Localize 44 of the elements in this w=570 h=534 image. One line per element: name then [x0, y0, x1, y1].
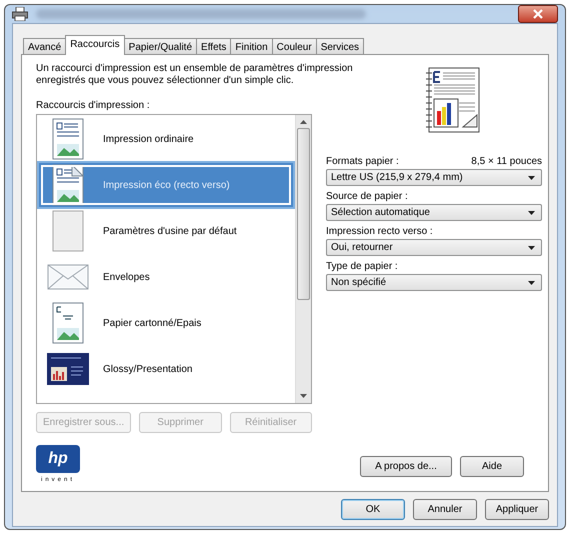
close-icon	[532, 9, 544, 19]
document-icon	[52, 118, 84, 160]
tab[interactable]: Papier/Qualité	[124, 38, 198, 54]
tab[interactable]: Avancé	[23, 38, 66, 54]
dialog-button[interactable]: OK	[341, 499, 405, 520]
scroll-up-icon[interactable]	[300, 120, 307, 124]
envelope-icon	[47, 264, 89, 290]
panel-button[interactable]: A propos de...	[360, 456, 452, 477]
close-button[interactable]	[518, 5, 558, 23]
tab[interactable]: Raccourcis	[65, 35, 125, 55]
panel-button[interactable]: Aide	[460, 456, 524, 477]
caret-icon	[528, 210, 535, 214]
shortcut-item[interactable]: Paramètres d'usine par défaut	[39, 209, 293, 253]
presentation-slide-icon	[47, 353, 89, 385]
description-text: Un raccourci d'impression est un ensemble de paramètres d'impression enregistrés que vous pouvez sélectionner d'un simple clic.	[36, 63, 354, 87]
shortcut-item[interactable]: Envelopes	[39, 255, 293, 299]
caret-icon	[528, 176, 535, 180]
caret-icon	[528, 280, 535, 284]
scroll-down-icon[interactable]	[300, 394, 307, 398]
dropdown[interactable]: Sélection automatique	[326, 204, 542, 221]
blank-page-icon	[52, 210, 84, 252]
dropdown[interactable]: Oui, retourner	[326, 239, 542, 256]
tab[interactable]: Effets	[196, 38, 232, 54]
dialog-button[interactable]: Appliquer	[485, 499, 549, 520]
setting-note: 8,5 × 11 pouces	[471, 156, 542, 167]
setting-label: Impression recto verso :	[326, 226, 433, 237]
dialog-button[interactable]: Annuler	[413, 499, 477, 520]
dropdown[interactable]: Non spécifié	[326, 274, 542, 291]
printer-icon	[12, 7, 28, 21]
duplex-document-icon	[52, 164, 84, 206]
cardstock-icon	[52, 302, 84, 344]
setting-label: Type de papier :	[326, 261, 398, 272]
caret-icon	[528, 246, 535, 250]
tab[interactable]: Services	[316, 38, 364, 54]
setting-label: Source de papier :	[326, 191, 408, 202]
shortcut-item[interactable]: Glossy/Presentation	[39, 347, 293, 391]
scrollbar[interactable]	[295, 115, 311, 403]
shortcut-item[interactable]: Impression ordinaire	[39, 117, 293, 161]
setting-label: Formats papier :	[326, 156, 399, 167]
dropdown[interactable]: Lettre US (215,9 x 279,4 mm)	[326, 169, 542, 186]
shortcut-item[interactable]: Papier cartonné/Epais	[39, 301, 293, 345]
tab[interactable]: Couleur	[272, 38, 317, 54]
shortcuts-label: Raccourcis d'impression :	[36, 100, 151, 111]
tab[interactable]: Finition	[230, 38, 273, 54]
